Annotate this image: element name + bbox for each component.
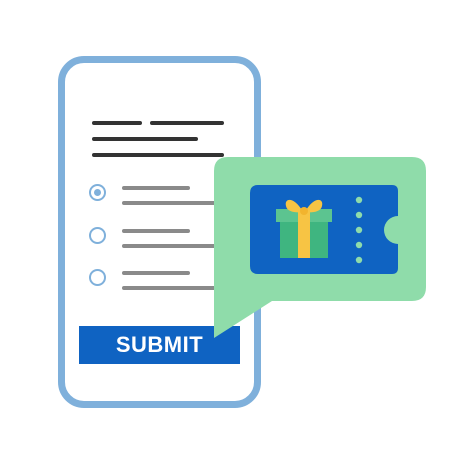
ticket-dot (355, 241, 363, 249)
gift-bow (285, 199, 303, 213)
gift-box (280, 220, 328, 258)
option-line (122, 201, 218, 205)
heading-line (92, 137, 198, 141)
option-line (122, 271, 190, 275)
gift-lid (276, 209, 332, 222)
radio-option-2[interactable] (89, 227, 106, 244)
radio-selected-dot (94, 189, 101, 196)
option-line (122, 186, 190, 190)
heading-line (92, 121, 142, 125)
option-line (122, 229, 190, 233)
ticket-dot (355, 211, 363, 219)
ticket-dot (355, 196, 363, 204)
gift-bow-knot (300, 207, 308, 215)
gift-ribbon (298, 209, 310, 258)
heading-line (92, 153, 224, 157)
option-line (122, 244, 218, 248)
ticket-dot (355, 226, 363, 234)
gift-voucher-icon (250, 185, 398, 274)
radio-option-1[interactable] (89, 184, 106, 201)
option-line (122, 286, 218, 290)
gift-bow (305, 199, 323, 213)
ticket-body (250, 185, 398, 274)
radio-option-3[interactable] (89, 269, 106, 286)
submit-button[interactable]: SUBMIT (79, 326, 240, 364)
ticket-dot (355, 256, 363, 264)
illustration: SUBMIT (0, 0, 451, 451)
gift-box-icon (276, 199, 332, 258)
heading-line (150, 121, 224, 125)
